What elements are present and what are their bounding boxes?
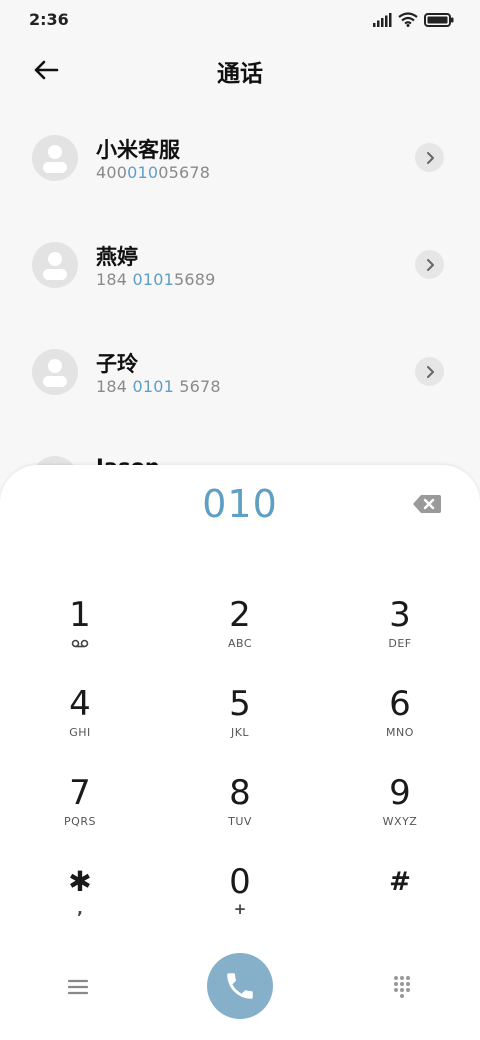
menu-button[interactable] — [64, 975, 92, 999]
avatar-icon — [32, 242, 78, 288]
key-3[interactable]: 3 DEF — [340, 595, 460, 675]
contact-number: 40001005678 — [96, 163, 211, 182]
status-time: 2:36 — [29, 10, 69, 29]
backspace-button[interactable] — [412, 492, 442, 516]
contact-detail-button[interactable] — [415, 250, 444, 279]
chevron-right-icon — [426, 365, 434, 378]
phone-icon — [227, 973, 253, 999]
avatar-icon — [32, 349, 78, 395]
contact-row[interactable]: 燕婷 184 01015689 — [0, 217, 480, 324]
key-5[interactable]: 5 JKL — [180, 684, 300, 764]
contact-name: 燕婷 — [96, 245, 138, 269]
chevron-right-icon — [426, 258, 434, 271]
dialpad-toggle-button[interactable] — [388, 973, 416, 1001]
key-0[interactable]: 0 + — [180, 862, 300, 942]
call-button[interactable] — [207, 953, 273, 1019]
dial-input[interactable]: 010 — [0, 482, 480, 526]
status-bar: 2:36 — [0, 0, 480, 40]
contact-detail-button[interactable] — [415, 143, 444, 172]
dialer-bottom-bar — [0, 953, 480, 1023]
key-8[interactable]: 8 TUV — [180, 773, 300, 853]
dialpad-icon — [394, 976, 410, 998]
menu-icon — [67, 979, 89, 995]
key-hash[interactable]: # — [340, 862, 460, 942]
page-title: 通话 — [217, 61, 263, 87]
key-4[interactable]: 4 GHI — [20, 684, 140, 764]
dialer-panel: 010 1 2 ABC 3 DEF 4 GHI 5 JKL 6 MNO 7 PQ… — [0, 465, 480, 1040]
voicemail-icon — [71, 639, 89, 648]
contact-number: 184 0101 5678 — [96, 377, 221, 396]
key-9[interactable]: 9 WXYZ — [340, 773, 460, 853]
backspace-icon — [413, 495, 441, 513]
key-6[interactable]: 6 MNO — [340, 684, 460, 764]
key-star[interactable]: ✱ , — [20, 862, 140, 942]
contact-name: 小米客服 — [96, 138, 180, 162]
contact-row[interactable]: 子玲 184 0101 5678 — [0, 324, 480, 431]
avatar-icon — [32, 135, 78, 181]
contact-name: 子玲 — [96, 352, 138, 376]
battery-icon — [424, 12, 454, 27]
contact-number: 184 01015689 — [96, 270, 216, 289]
key-7[interactable]: 7 PQRS — [20, 773, 140, 853]
wifi-icon — [398, 12, 418, 27]
contact-detail-button[interactable] — [415, 357, 444, 386]
chevron-right-icon — [426, 151, 434, 164]
signal-icon — [373, 12, 392, 27]
contact-row[interactable]: 小米客服 40001005678 — [0, 110, 480, 217]
status-icons — [373, 12, 454, 27]
header: 通话 — [0, 40, 480, 100]
key-1[interactable]: 1 — [20, 595, 140, 675]
key-2[interactable]: 2 ABC — [180, 595, 300, 675]
